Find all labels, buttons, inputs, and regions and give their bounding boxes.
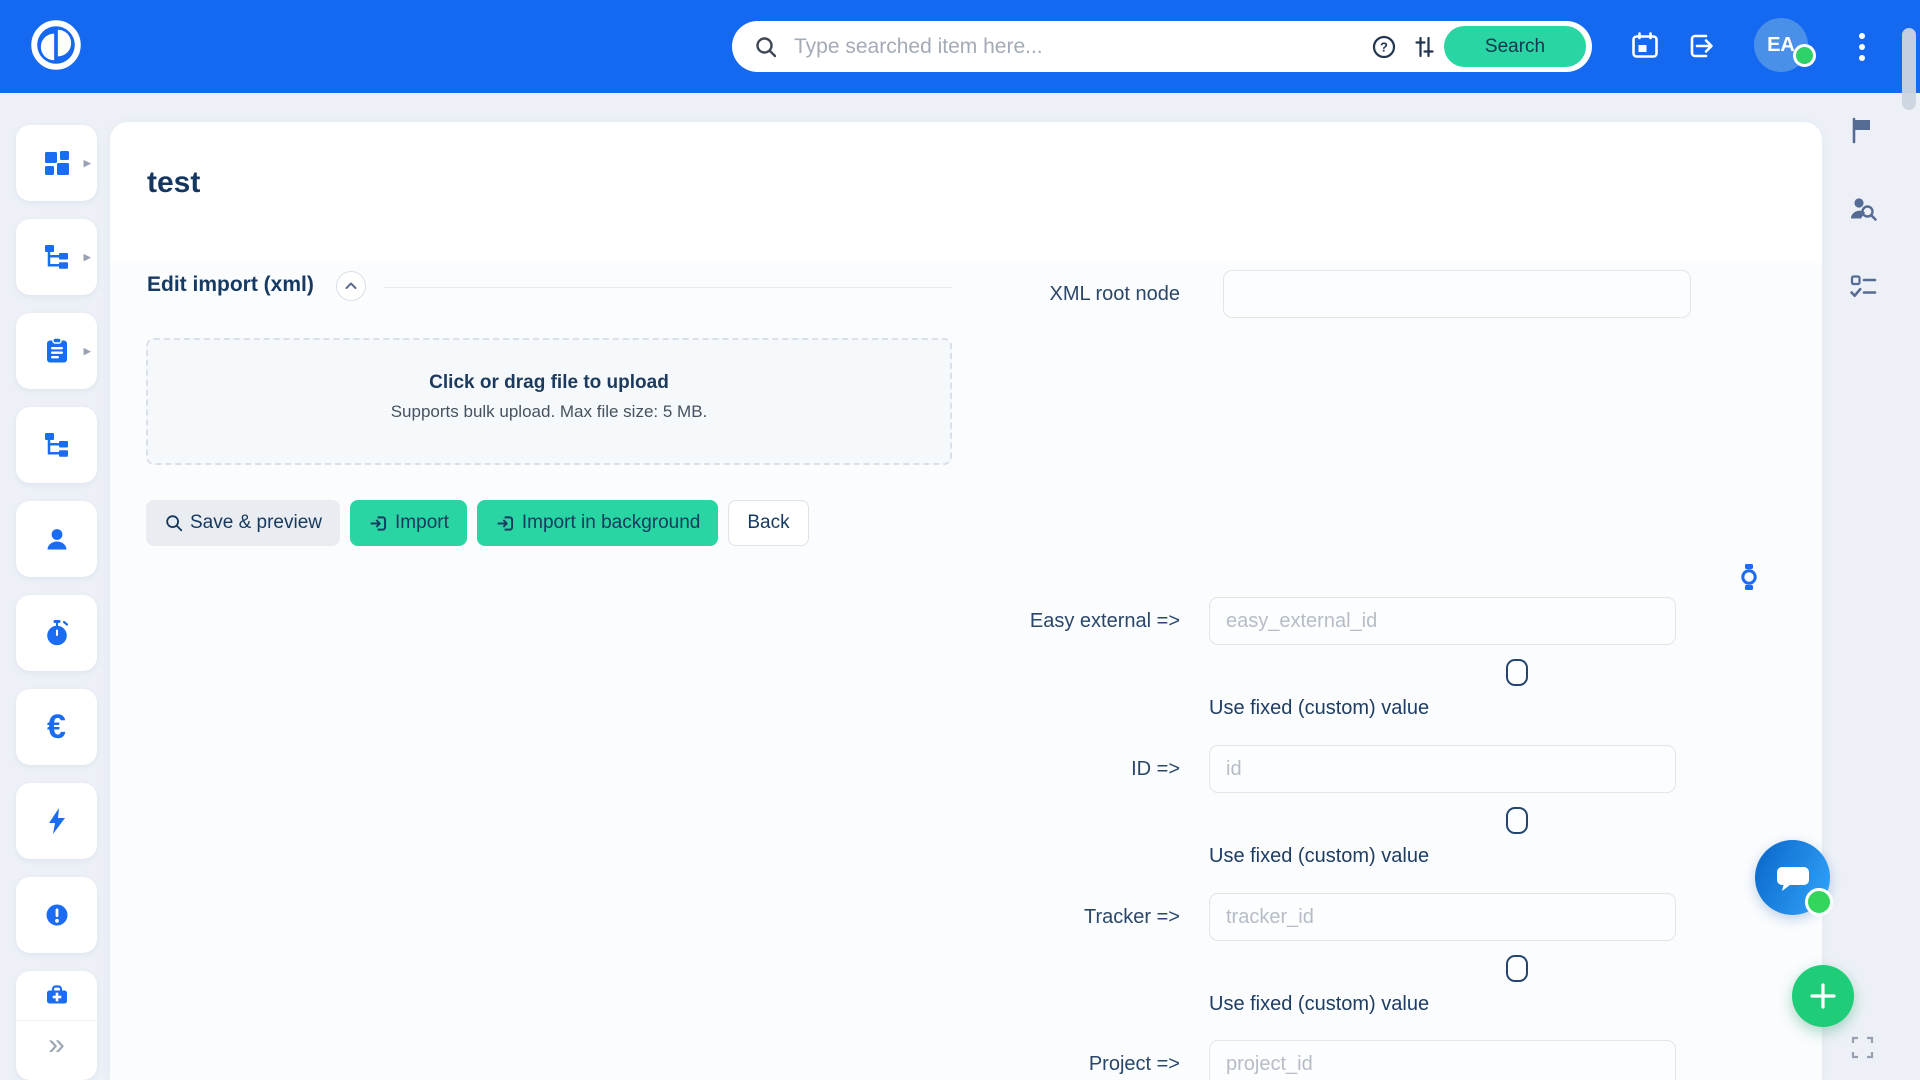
clipboard-icon [42,336,72,366]
sidebar-item-toolbox[interactable] [42,980,72,1015]
chevron-right-icon: ▸ [83,250,91,265]
mapping-row-project: Project => [110,1040,1822,1080]
search-icon [752,27,780,67]
import-button[interactable]: Import [350,500,467,546]
sidebar-item-projects-tree[interactable]: ▸ [16,219,97,295]
sidebar-item-time-tracking[interactable] [16,595,97,671]
alert-icon [42,900,72,930]
watch-icon[interactable] [1739,563,1759,596]
use-fixed-checkbox[interactable] [1506,955,1528,982]
section-heading: Edit import (xml) [147,273,314,297]
import-icon [495,513,516,534]
scrollbar-thumb[interactable] [1902,28,1916,110]
sidebar-item-quick-actions[interactable] [16,783,97,859]
import-in-background-button[interactable]: Import in background [477,500,719,546]
mapping-row-tracker: Tracker => Use fixed (custom) value [110,893,1822,1040]
mapping-row-id: ID => Use fixed (custom) value [110,745,1822,892]
field-label: ID => [930,745,1180,793]
stopwatch-icon [42,618,72,648]
field-label: Easy external => [930,597,1180,645]
sidebar-expand-button[interactable]: » [16,1027,97,1063]
use-fixed-label: Use fixed (custom) value [1209,845,1429,868]
main-panel: test Edit import (xml) Click or drag fil… [110,122,1822,1080]
search-button[interactable]: Search [1444,26,1586,67]
filter-icon[interactable] [1404,27,1444,67]
lightning-icon [42,806,72,836]
checklist-icon[interactable] [1848,272,1878,302]
kebab-menu-icon[interactable] [1851,24,1873,70]
tree-icon [42,430,72,460]
action-buttons: Save & preview Import Import in backgrou… [146,500,809,546]
logout-icon[interactable] [1684,29,1718,63]
easy-logo-icon [31,20,81,70]
back-button[interactable]: Back [728,500,808,546]
use-fixed-checkbox[interactable] [1506,807,1528,834]
app-logo[interactable] [31,20,81,70]
online-status-dot [1793,44,1816,67]
chevron-up-icon [343,278,359,294]
save-preview-button[interactable]: Save & preview [146,500,340,546]
search-icon [164,513,184,533]
calendar-icon[interactable] [1628,29,1662,63]
use-fixed-label: Use fixed (custom) value [1209,697,1429,720]
xml-root-label: XML root node [930,270,1180,318]
mapping-row-easy-external: Easy external => Use fixed (custom) valu… [110,597,1822,744]
svg-text:?: ? [1380,39,1388,54]
tracker-input[interactable] [1209,893,1676,941]
plus-icon [1808,981,1838,1011]
sidebar-item-dashboard[interactable]: ▸ [16,125,97,201]
search-input[interactable] [792,34,1364,60]
upload-title: Click or drag file to upload [148,372,950,394]
fullscreen-icon[interactable] [1851,1036,1874,1059]
sidebar-item-tasks[interactable]: ▸ [16,313,97,389]
chevron-right-icon: ▸ [83,156,91,171]
top-bar: ? Search EA [0,0,1920,93]
sidebar-item-finance[interactable]: € [16,689,97,765]
id-input[interactable] [1209,745,1676,793]
file-upload-dropzone[interactable]: Click or drag file to upload Supports bu… [146,338,952,465]
easy-external-input[interactable] [1209,597,1676,645]
section-divider [384,287,952,288]
import-icon [368,513,389,534]
dashboard-icon [42,148,72,178]
chat-bubble-icon [1774,861,1812,895]
collapse-section-button[interactable] [336,271,366,301]
upload-subtitle: Supports bulk upload. Max file size: 5 M… [148,402,950,422]
page-title: test [147,166,200,200]
sidebar-item-users[interactable] [16,501,97,577]
field-label: Project => [930,1040,1180,1080]
xml-root-input[interactable] [1223,270,1691,318]
flag-icon[interactable] [1848,116,1878,146]
euro-icon: € [47,710,66,744]
field-label: Tracker => [930,893,1180,941]
add-button[interactable] [1792,965,1854,1027]
tree-icon [42,242,72,272]
sidebar-item-structure[interactable] [16,407,97,483]
use-fixed-label: Use fixed (custom) value [1209,993,1429,1016]
use-fixed-checkbox[interactable] [1506,659,1528,686]
sidebar-footer: » [16,971,97,1080]
project-input[interactable] [1209,1040,1676,1080]
person-search-icon[interactable] [1848,194,1878,224]
sidebar-item-alerts[interactable] [16,877,97,953]
global-search-bar: ? Search [732,21,1592,72]
chat-online-dot [1805,888,1833,916]
chevron-right-icon: ▸ [83,344,91,359]
toolbox-icon [42,980,72,1010]
help-icon[interactable]: ? [1364,27,1404,67]
app-window: ? Search EA ▸ [0,0,1920,1080]
person-icon [42,524,72,554]
